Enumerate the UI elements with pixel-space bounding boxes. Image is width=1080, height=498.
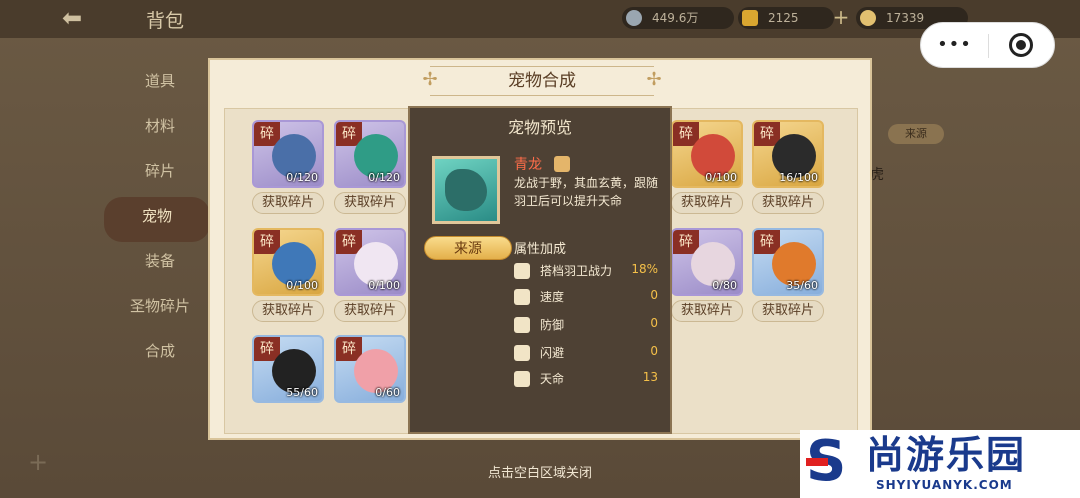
get-fragment-button[interactable]: 获取碎片	[334, 192, 406, 214]
get-fragment-button[interactable]: 获取碎片	[334, 300, 406, 322]
background-side-text: 虎	[870, 167, 884, 183]
more-button[interactable]: •••	[921, 23, 988, 67]
panel-title: 宠物合成	[430, 66, 654, 96]
watermark-brand-en: SHYIYUANYK.COM	[876, 478, 1013, 492]
attribute-name: 闪避	[540, 346, 565, 360]
silver-coin-icon	[626, 10, 642, 26]
pet-fragment-card[interactable]: 碎 0/60	[334, 335, 406, 403]
capsule-divider	[988, 34, 989, 58]
gold-ingot-icon	[742, 10, 758, 26]
background-source-tag: 来源	[888, 124, 944, 144]
back-arrow-icon[interactable]: ⬅	[62, 6, 102, 30]
pet-portrait	[432, 156, 500, 224]
fragment-count: 0/120	[286, 171, 318, 184]
yuanbao-value: 17339	[886, 11, 925, 25]
side-item-pets[interactable]: 宠物	[104, 197, 210, 242]
feather-icon	[514, 263, 530, 279]
side-item-relic-fragments[interactable]: 圣物碎片	[110, 287, 210, 332]
yuanbao-icon	[860, 10, 876, 26]
get-fragment-button[interactable]: 获取碎片	[252, 192, 324, 214]
fragment-count: 16/100	[779, 171, 818, 184]
side-item-synthesis[interactable]: 合成	[110, 332, 210, 377]
dodge-icon	[514, 345, 530, 361]
attribute-value: 0	[650, 344, 658, 358]
watermark-brand-cn: 尚游乐园	[866, 433, 1027, 477]
attribute-name: 搭档羽卫战力	[540, 264, 613, 278]
miniprogram-capsule: •••	[920, 22, 1055, 68]
page-title: 背包	[146, 10, 185, 32]
get-fragment-button[interactable]: 获取碎片	[252, 300, 324, 322]
attribute-value: 0	[650, 288, 658, 302]
rarity-badge-icon	[554, 156, 570, 172]
pet-fragment-card[interactable]: 碎 0/100	[252, 228, 324, 296]
silver-currency: 449.6万	[622, 7, 734, 29]
close-miniprogram-icon[interactable]	[1009, 33, 1033, 57]
shield-icon	[514, 317, 530, 333]
side-item-materials[interactable]: 材料	[110, 107, 210, 152]
pet-fragment-card[interactable]: 碎 0/120	[334, 120, 406, 188]
pet-fragment-card[interactable]: 碎 0/100	[671, 120, 743, 188]
attribute-value: 0	[650, 316, 658, 330]
attribute-name: 防御	[540, 318, 565, 332]
pet-preview-popup: 宠物预览 青龙 龙战于野，其血玄黄，跟随羽卫后可以提升天命 来源 属性加成 搭档…	[408, 106, 672, 434]
pet-fragment-card[interactable]: 碎 16/100	[752, 120, 824, 188]
silver-value: 449.6万	[652, 11, 699, 25]
attribute-row: 搭档羽卫战力 18%	[514, 260, 662, 282]
fragment-count: 0/80	[712, 279, 737, 292]
get-fragment-button[interactable]: 获取碎片	[752, 192, 824, 214]
site-watermark: S 尚游乐园 SHYIYUANYK.COM	[800, 430, 1080, 498]
gold-currency: 2125	[738, 7, 834, 29]
attribute-row: 天命 13	[514, 368, 662, 390]
fragment-count: 0/60	[375, 386, 400, 399]
source-button[interactable]: 来源	[424, 236, 512, 260]
get-fragment-button[interactable]: 获取碎片	[671, 192, 743, 214]
pet-fragment-card[interactable]: 碎 0/80	[671, 228, 743, 296]
pet-description: 龙战于野，其血玄黄，跟随羽卫后可以提升天命	[514, 176, 659, 208]
pet-fragment-card[interactable]: 碎 35/60	[752, 228, 824, 296]
fragment-count: 35/60	[786, 279, 818, 292]
mountain-icon	[514, 371, 530, 387]
pet-fragment-card[interactable]: 碎 55/60	[252, 335, 324, 403]
attribute-header: 属性加成	[514, 242, 567, 257]
get-fragment-button[interactable]: 获取碎片	[671, 300, 743, 322]
attribute-name: 速度	[540, 290, 565, 304]
side-item-equipment[interactable]: 装备	[110, 242, 210, 287]
pet-name: 青龙	[514, 157, 542, 173]
get-fragment-button[interactable]: 获取碎片	[752, 300, 824, 322]
side-item-props[interactable]: 道具	[110, 62, 210, 107]
fragment-count: 55/60	[286, 386, 318, 399]
dragon-avatar-icon	[445, 169, 487, 211]
fragment-count: 0/100	[368, 279, 400, 292]
panel-title-bar: ✢ 宠物合成 ✢	[422, 66, 662, 96]
attribute-row: 闪避 0	[514, 342, 662, 364]
side-menu: 道具 材料 碎片 宠物 装备 圣物碎片 合成	[104, 62, 210, 377]
boot-icon	[514, 289, 530, 305]
add-currency-button[interactable]: +	[830, 6, 852, 28]
fragment-count: 0/120	[368, 171, 400, 184]
attribute-row: 防御 0	[514, 314, 662, 336]
watermark-logo-icon: S	[806, 434, 862, 492]
pet-fragment-card[interactable]: 碎 0/100	[334, 228, 406, 296]
attribute-row: 速度 0	[514, 286, 662, 308]
attribute-value: 13	[642, 370, 658, 384]
attribute-name: 天命	[540, 372, 565, 386]
fragment-count: 0/100	[286, 279, 318, 292]
fragment-count: 0/100	[705, 171, 737, 184]
side-item-fragments[interactable]: 碎片	[110, 152, 210, 197]
preview-title: 宠物预览	[507, 118, 572, 137]
attribute-value: 18%	[631, 262, 658, 276]
ornament-icon: ✢	[646, 69, 662, 90]
gold-value: 2125	[768, 11, 799, 25]
pet-fragment-card[interactable]: 碎 0/120	[252, 120, 324, 188]
top-bar: ⬅ 背包 449.6万 2125 + 17339	[0, 0, 1080, 38]
crosshair-icon: +	[28, 448, 49, 476]
